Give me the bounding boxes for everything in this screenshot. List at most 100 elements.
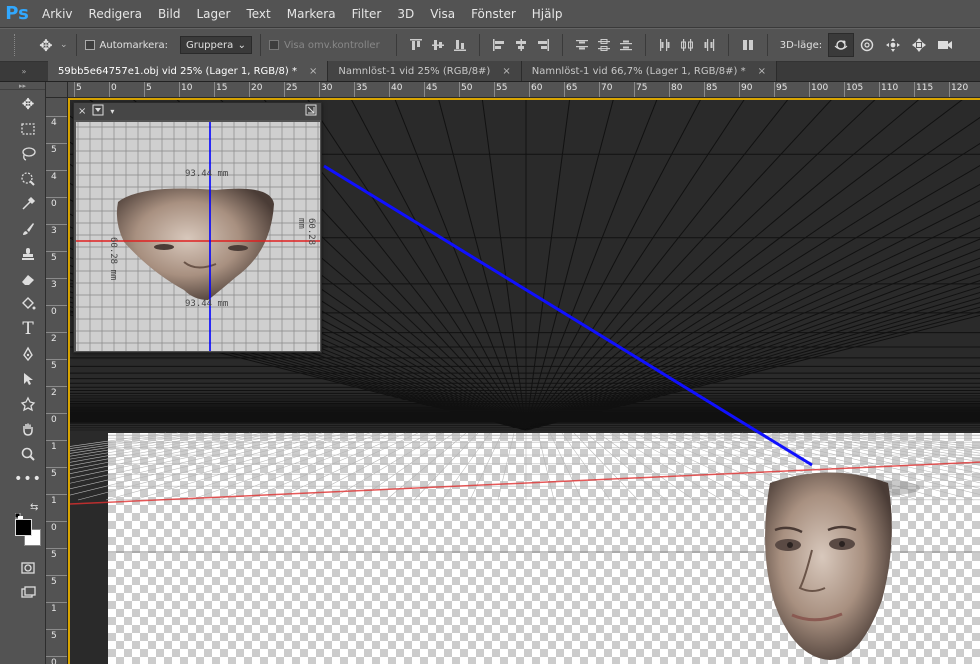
auto-select-checkbox[interactable] [84, 40, 95, 50]
hand-tool-icon[interactable] [17, 418, 39, 440]
quick-select-tool-icon[interactable] [17, 168, 39, 190]
brush-tool-icon[interactable] [17, 218, 39, 240]
ruler-label: 120 [951, 83, 969, 93]
menu-3d[interactable]: 3D [389, 0, 422, 28]
close-icon[interactable]: × [502, 66, 510, 77]
close-icon[interactable]: × [78, 106, 86, 117]
distribute-vcenter-icon[interactable] [593, 34, 615, 56]
chevron-down-icon[interactable]: ▾ [110, 107, 114, 116]
eraser-tool-icon[interactable] [17, 268, 39, 290]
tab-label: Namnlöst-1 vid 66,7% (Lager 1, RGB/8#) * [531, 65, 746, 77]
ruler-tick [284, 82, 285, 97]
bucket-tool-icon[interactable] [17, 293, 39, 315]
menu-fonster[interactable]: Fönster [463, 0, 524, 28]
lasso-tool-icon[interactable] [17, 143, 39, 165]
camera-icon[interactable] [932, 33, 958, 57]
ruler-tick [46, 305, 67, 306]
collapse-panels-icon[interactable]: » [0, 61, 48, 81]
zoom-tool-icon[interactable] [17, 443, 39, 465]
distribute-right-icon[interactable] [698, 34, 720, 56]
menu-markera[interactable]: Markera [279, 0, 344, 28]
menu-bild[interactable]: Bild [150, 0, 189, 28]
pan-icon[interactable] [880, 33, 906, 57]
align-vcenter-icon[interactable] [427, 34, 449, 56]
swap-view-icon[interactable] [305, 104, 317, 119]
ruler-label: 0 [51, 307, 57, 317]
tab-label: Namnlöst-1 vid 25% (RGB/8#) [338, 65, 491, 77]
align-hcenter-icon[interactable] [510, 34, 532, 56]
ruler-tick [179, 82, 180, 97]
camera-view-icon[interactable] [92, 104, 104, 119]
ruler-label: 25 [286, 83, 298, 93]
distribute-top-icon[interactable] [571, 34, 593, 56]
menu-filter[interactable]: Filter [344, 0, 390, 28]
group-select[interactable]: Gruppera ⌄ [179, 36, 252, 54]
ruler-tick [46, 548, 67, 549]
tools-grip[interactable]: ▸▸ [0, 82, 45, 90]
path-select-tool-icon[interactable] [17, 368, 39, 390]
marquee-tool-icon[interactable] [17, 118, 39, 140]
stamp-tool-icon[interactable] [17, 243, 39, 265]
type-tool-icon[interactable]: T [17, 318, 39, 340]
slide-icon[interactable] [906, 33, 932, 57]
ruler-label: 85 [706, 83, 718, 93]
move-tool-icon[interactable]: ✥ [17, 93, 39, 115]
align-bottom-icon[interactable] [449, 34, 471, 56]
menu-lager[interactable]: Lager [188, 0, 238, 28]
default-colors-icon[interactable] [14, 506, 23, 521]
photoshop-logo: Ps [5, 3, 29, 24]
orbit-icon[interactable] [828, 33, 855, 57]
screen-mode-icon[interactable] [17, 582, 39, 604]
ruler-label: 5 [51, 253, 57, 263]
menu-visa[interactable]: Visa [422, 0, 463, 28]
vertical-ruler[interactable]: 4 5 4 0 3 5 3 0 2 5 2 0 1 5 1 0 5 5 1 5 0 [46, 98, 68, 664]
ruler-tick [354, 82, 355, 97]
close-icon[interactable]: × [309, 66, 317, 77]
more-tools-icon[interactable]: ••• [14, 468, 41, 490]
horizontal-ruler[interactable]: 5 0 5 10 15 20 25 30 35 40 45 50 55 60 65 70 75 80 85 90 95 1… [68, 82, 980, 98]
face-model[interactable] [765, 472, 892, 661]
ruler-label: 0 [51, 658, 57, 664]
align-left-icon[interactable] [488, 34, 510, 56]
3d-object-tool-icon[interactable] [17, 393, 39, 415]
align-top-icon[interactable] [405, 34, 427, 56]
ruler-tick [249, 82, 250, 97]
auto-align-icon[interactable] [737, 34, 759, 56]
menu-redigera[interactable]: Redigera [81, 0, 150, 28]
ruler-label: 4 [51, 118, 57, 128]
swap-colors-icon[interactable]: ⇆ [30, 502, 38, 513]
ruler-tick [949, 82, 950, 97]
divider [395, 34, 397, 56]
quick-mask-icon[interactable] [17, 557, 39, 579]
ruler-corner[interactable] [46, 82, 68, 98]
eyedropper-tool-icon[interactable] [17, 193, 39, 215]
menu-hjalp[interactable]: Hjälp [524, 0, 571, 28]
close-icon[interactable]: × [758, 66, 766, 77]
ruler-tick [774, 82, 775, 97]
distribute-left-icon[interactable] [654, 34, 676, 56]
menu-arkiv[interactable]: Arkiv [34, 0, 81, 28]
distribute-bottom-icon[interactable] [615, 34, 637, 56]
tab-document-3[interactable]: Namnlöst-1 vid 66,7% (Lager 1, RGB/8#) *… [521, 61, 778, 81]
align-right-icon[interactable] [532, 34, 554, 56]
ruler-label: 4 [51, 172, 57, 182]
tab-document-2[interactable]: Namnlöst-1 vid 25% (RGB/8#) × [328, 61, 522, 81]
show-transform-checkbox[interactable] [268, 40, 279, 50]
ruler-tick [46, 197, 67, 198]
secondary-3d-view[interactable]: × ▾ 93.44 mm 93.44 mm 60.28 mm 60.28 mm [73, 102, 322, 353]
ruler-tick [46, 170, 67, 171]
pen-tool-icon[interactable] [17, 343, 39, 365]
miniview-viewport[interactable]: 93.44 mm 93.44 mm 60.28 mm 60.28 mm [76, 122, 320, 351]
menu-text[interactable]: Text [238, 0, 278, 28]
foreground-color-swatch[interactable] [15, 519, 32, 536]
distribute-hcenter-icon[interactable] [676, 34, 698, 56]
ruler-label: 55 [496, 83, 508, 93]
move-icon[interactable]: ✥ [34, 33, 58, 57]
miniview-header[interactable]: × ▾ [74, 103, 321, 120]
tab-document-1[interactable]: 59bb5e64757e1.obj vid 25% (Lager 1, RGB/… [48, 61, 329, 81]
chevron-down-icon[interactable]: ⌄ [60, 40, 68, 50]
dimension-right: 60.28 mm [296, 218, 316, 246]
options-grip[interactable] [14, 34, 18, 56]
ruler-label: 5 [51, 145, 57, 155]
roll-icon[interactable] [854, 33, 880, 57]
